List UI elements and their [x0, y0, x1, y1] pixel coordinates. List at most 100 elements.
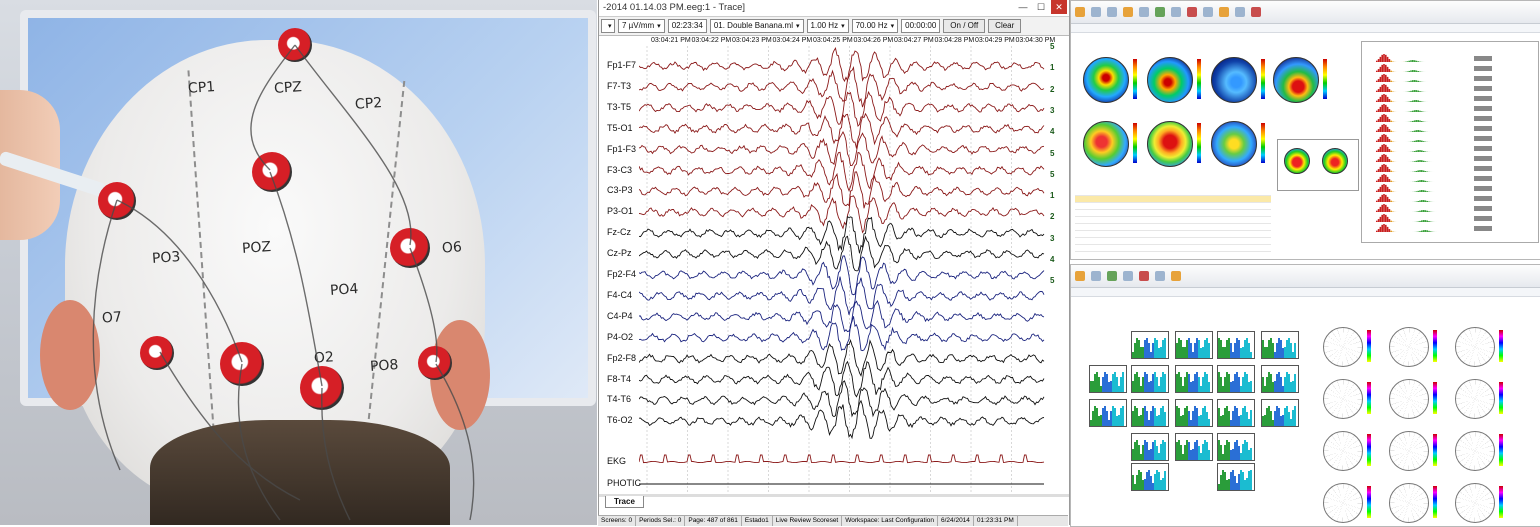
spectrum-bar	[1389, 219, 1391, 222]
window-title: -2014 01.14.03 PM.eeg:1 - Trace]	[603, 2, 745, 13]
minimize-icon[interactable]: —	[1015, 0, 1031, 14]
spectral-bar	[1208, 419, 1210, 426]
toolbar-button[interactable]	[1139, 7, 1149, 17]
eeg-trace-fp2-f8	[639, 340, 1044, 375]
spectrum-bar	[1378, 149, 1380, 152]
spectrum-bar	[1428, 221, 1430, 222]
channel-label: Cz-Pz	[607, 248, 632, 258]
toolbar-button[interactable]	[1155, 271, 1165, 281]
spectrum-bar	[1378, 179, 1380, 182]
toolbar-button[interactable]	[1171, 7, 1181, 17]
spectrum-bar	[1390, 201, 1392, 202]
channel-label: P3-O1	[607, 206, 633, 216]
spectrum-bar	[1423, 151, 1425, 152]
toolbar-button[interactable]	[1171, 271, 1181, 281]
spectrum-bar	[1376, 191, 1378, 192]
high-filter-select[interactable]: 70.00 Hz	[852, 19, 899, 33]
spectrum-bar	[1417, 160, 1419, 162]
spectrum-bar	[1408, 71, 1410, 72]
horizontal-scrollbar[interactable]	[599, 494, 1069, 497]
spectrum-bar	[1421, 111, 1423, 112]
spectrum-bar	[1380, 67, 1382, 72]
spectrum-bar	[1376, 81, 1378, 82]
spectrum-bar	[1417, 120, 1419, 122]
table-row[interactable]	[1075, 245, 1271, 252]
toolbar-button[interactable]	[1107, 271, 1117, 281]
table-row[interactable]	[1075, 196, 1271, 203]
document-tabs[interactable]	[1071, 288, 1540, 297]
toolbar-button[interactable]	[1187, 7, 1197, 17]
sensitivity-select[interactable]: 7 µV/mm	[618, 19, 665, 33]
table-row[interactable]	[1075, 203, 1271, 210]
spectrum-bar	[1383, 54, 1385, 62]
color-scale	[1367, 330, 1371, 362]
connectivity-map	[1455, 327, 1495, 367]
table-row[interactable]	[1075, 189, 1271, 196]
timestamp-label: 03:04:22 PM	[692, 37, 732, 44]
toolbar-button[interactable]	[1139, 271, 1149, 281]
spectrum-bar	[1414, 151, 1416, 152]
spectrum-bar	[1417, 221, 1419, 222]
spectrum-row-label	[1474, 56, 1492, 61]
toolbar-button[interactable]	[1235, 7, 1245, 17]
spectrum-bar	[1389, 179, 1391, 182]
spectrum-bar	[1378, 199, 1380, 202]
spectral-bar	[1164, 374, 1166, 392]
file-button[interactable]	[1075, 271, 1085, 281]
document-tabs[interactable]	[1071, 24, 1540, 33]
nav-dropdown[interactable]	[601, 19, 615, 33]
tab-trace[interactable]: Trace	[605, 496, 644, 508]
spectrum-bar	[1378, 189, 1380, 192]
toolbar-button[interactable]	[1091, 271, 1101, 281]
spectrum-bar	[1380, 57, 1382, 62]
toolbar-button[interactable]	[1123, 271, 1133, 281]
toolbar-button[interactable]	[1251, 7, 1261, 17]
spectrum-bar	[1378, 159, 1380, 162]
channel-label: T5-O1	[607, 123, 633, 133]
spectrum-bar	[1421, 200, 1423, 202]
spectral-bar	[1250, 352, 1252, 358]
spectrum-bar	[1378, 99, 1380, 102]
spectrum-bar	[1381, 95, 1383, 102]
spectrum-bar	[1417, 130, 1419, 132]
file-button[interactable]	[1075, 7, 1085, 17]
toolbar-button[interactable]	[1155, 7, 1165, 17]
channel-label: C4-P4	[607, 311, 633, 321]
mini-topomap	[1284, 148, 1310, 174]
table-row[interactable]	[1075, 217, 1271, 224]
status-bar: Screens: 0 Periods Sel.: 0 Page: 487 of …	[598, 515, 1068, 526]
spectrum-bar	[1380, 227, 1382, 232]
eeg-waveform-plot[interactable]	[639, 46, 1047, 494]
toolbar-button[interactable]	[1091, 7, 1101, 17]
low-filter-select[interactable]: 1.00 Hz	[807, 19, 849, 33]
spectrum-bar	[1426, 230, 1428, 232]
spectral-plot	[1175, 331, 1213, 359]
clear-button[interactable]: Clear	[988, 19, 1021, 33]
spectral-bar	[1294, 406, 1296, 426]
toolbar-button[interactable]	[1123, 7, 1133, 17]
spectrum-bar	[1387, 57, 1389, 62]
toolbar-button[interactable]	[1203, 7, 1213, 17]
table-row[interactable]	[1075, 224, 1271, 231]
toolbar-button[interactable]	[1107, 7, 1117, 17]
table-row[interactable]	[1075, 238, 1271, 245]
table-row[interactable]	[1075, 231, 1271, 238]
close-icon[interactable]: ✕	[1051, 0, 1067, 14]
clock-field[interactable]: 00:00:00	[901, 19, 940, 33]
spectrum-bar	[1412, 111, 1414, 112]
topomap-analysis-window	[1070, 0, 1540, 260]
table-row[interactable]	[1075, 210, 1271, 217]
spectrum-bar	[1425, 200, 1427, 202]
color-scale	[1499, 434, 1503, 466]
on-off-button[interactable]: On / Off	[943, 19, 985, 33]
spectrum-bar	[1378, 229, 1380, 232]
topographic-map	[1083, 121, 1129, 167]
spectrum-bar	[1390, 61, 1392, 62]
channel-label: Fz-Cz	[607, 227, 631, 237]
toolbar-button[interactable]	[1219, 7, 1229, 17]
spectrum-row-label	[1474, 116, 1492, 121]
maximize-icon[interactable]: ☐	[1033, 0, 1049, 14]
montage-select[interactable]: 01. Double Banana.ml	[710, 19, 804, 33]
spectrum-row-label	[1474, 146, 1492, 151]
time-field[interactable]: 02:23:34	[668, 19, 707, 33]
